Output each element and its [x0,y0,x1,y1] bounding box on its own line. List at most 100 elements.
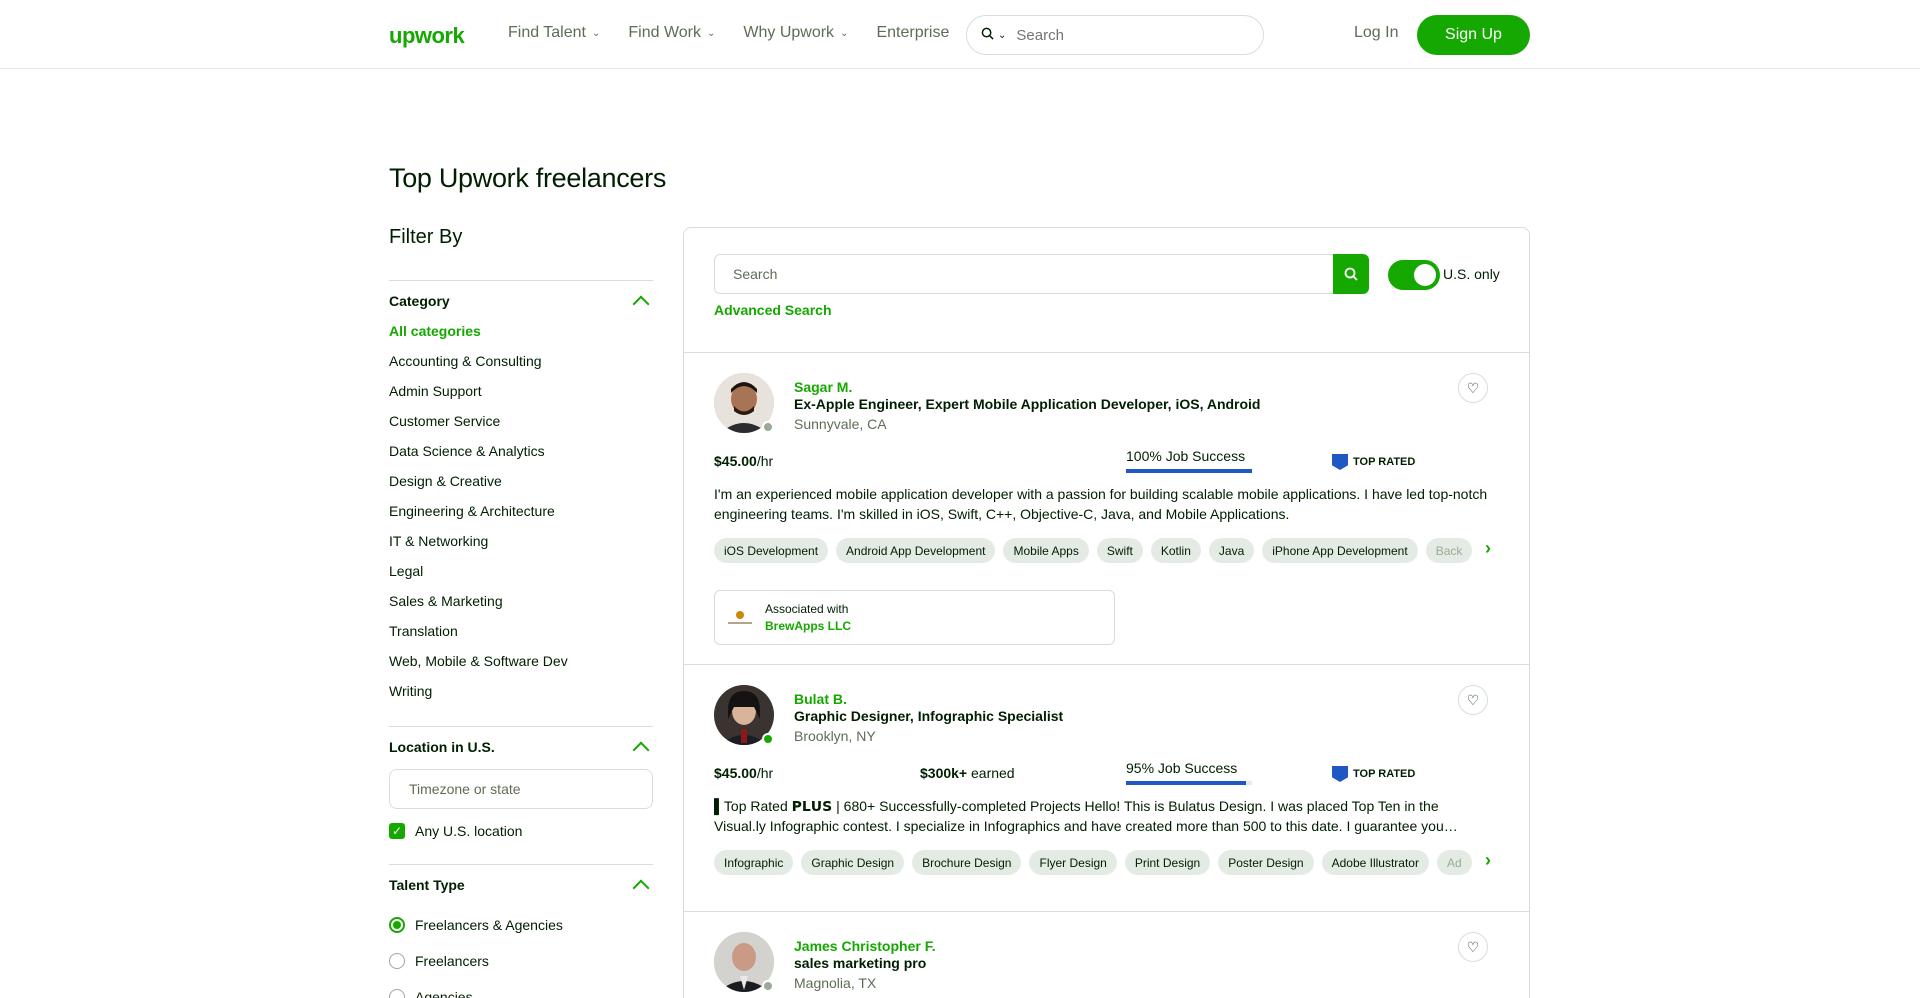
skill-chip[interactable]: Brochure Design [912,850,1022,875]
skill-chip[interactable]: Ad [1436,850,1472,875]
skill-chip[interactable]: Graphic Design [801,850,905,875]
nav-why-upwork-label: Why Upwork [743,24,835,41]
talent-type-option[interactable]: Agencies [389,979,653,998]
radio-icon[interactable] [389,953,405,969]
freelancer-description: ▌Top Rated 𝗣𝗟𝗨𝗦 | 680+ Successfully-comp… [714,798,1458,834]
skill-chip[interactable]: Back [1425,538,1473,563]
category-item[interactable]: IT & Networking [389,531,653,561]
category-item[interactable]: Web, Mobile & Software Dev [389,651,653,681]
freelancer-title: Graphic Designer, Infographic Specialist [794,708,1064,724]
skill-chip[interactable]: Java [1208,538,1255,563]
nav-find-work[interactable]: Find Work ⌄ [628,24,715,42]
job-success-label: 95% Job Success [1126,760,1238,776]
skill-chip[interactable]: Print Design [1124,850,1211,875]
talent-type-option[interactable]: Freelancers & Agencies [389,907,653,943]
chevron-down-icon: ⌄ [706,27,716,39]
job-success-label: 100% Job Success [1126,448,1246,464]
offline-status-icon [762,421,774,433]
main-nav: Find Talent ⌄ Find Work ⌄ Why Upwork ⌄ Ente… [508,24,977,42]
chevron-up-icon[interactable] [632,295,650,313]
category-filter-header[interactable]: Category [389,281,653,321]
location-input[interactable]: Timezone or state [389,769,653,809]
header-search-input[interactable] [1016,26,1217,44]
agency-name-link[interactable]: BrewApps LLC [765,619,851,633]
category-item[interactable]: Sales & Marketing [389,591,653,621]
top-rated-badge-label: TOP RATED [1353,456,1416,468]
any-location-checkbox-row[interactable]: ✓ Any U.S. location [389,823,653,839]
location-filter-header[interactable]: Location in U.S. [389,727,653,767]
top-rated-badge-icon [1332,766,1348,782]
agency-association[interactable]: Associated with BrewApps LLC [714,590,1115,645]
nav-enterprise-label: Enterprise [876,24,950,41]
heart-icon: ♡ [1466,691,1480,708]
hourly-rate: $45.00/hr [714,453,773,469]
skill-chip[interactable]: Flyer Design [1029,850,1117,875]
skill-chip[interactable]: Poster Design [1218,850,1314,875]
chevron-down-icon: ⌄ [840,27,849,39]
skill-chip[interactable]: iPhone App Development [1262,538,1418,563]
advanced-search-link[interactable]: Advanced Search [714,302,832,318]
nav-enterprise[interactable]: Enterprise [876,24,949,42]
us-only-toggle[interactable] [1388,260,1440,290]
category-item[interactable]: Writing [389,681,653,711]
job-success-bar [1126,781,1252,785]
talent-type-option-label: Freelancers & Agencies [415,917,563,933]
freelancer-title: sales marketing pro [794,955,927,971]
category-list: All categories Accounting & Consulting A… [389,321,653,711]
online-status-icon [762,733,774,745]
header-search[interactable]: ⌄ [966,15,1264,55]
category-item[interactable]: Admin Support [389,381,653,411]
search-icon [1344,267,1358,281]
chevron-right-icon[interactable]: › [1485,850,1491,871]
search-type-chevron-icon[interactable]: ⌄ [998,30,1006,41]
freelancer-card[interactable]: Sagar M. Ex-Apple Engineer, Expert Mobil… [684,353,1529,665]
checkbox-checked-icon[interactable]: ✓ [389,823,405,839]
save-favorite-button[interactable]: ♡ [1458,373,1488,403]
category-item[interactable]: Design & Creative [389,471,653,501]
freelancer-name[interactable]: Bulat B. [794,691,847,707]
category-item[interactable]: Customer Service [389,411,653,441]
freelancer-card[interactable]: Bulat B. Graphic Designer, Infographic S… [684,665,1529,912]
skill-chip[interactable]: Infographic [714,850,794,875]
signup-button[interactable]: Sign Up [1417,15,1530,55]
freelancer-location: Sunnyvale, CA [794,416,887,432]
associated-with-label: Associated with [765,602,849,616]
category-item[interactable]: Accounting & Consulting [389,351,653,381]
save-favorite-button[interactable]: ♡ [1458,932,1488,962]
category-filter-title: Category [389,293,450,309]
skill-chip[interactable]: Android App Development [836,538,996,563]
freelancer-name[interactable]: Sagar M. [794,379,852,395]
skill-chip[interactable]: Swift [1096,538,1143,563]
freelancer-card[interactable]: James Christopher F. sales marketing pro… [684,912,1529,998]
nav-why-upwork[interactable]: Why Upwork ⌄ [743,24,848,42]
login-link[interactable]: Log In [1354,24,1398,42]
top-header: upwork Find Talent ⌄ Find Work ⌄ Why Upwor… [0,0,1920,69]
nav-find-work-label: Find Work [628,24,701,41]
chevron-up-icon[interactable] [632,741,650,759]
skill-chip[interactable]: iOS Development [714,538,829,563]
chevron-up-icon[interactable] [632,879,650,897]
radio-icon[interactable] [389,989,405,998]
filter-by-heading: Filter By [389,226,463,248]
skill-chip[interactable]: Adobe Illustrator [1321,850,1429,875]
job-success: 95% Job Success [1126,760,1252,785]
save-favorite-button[interactable]: ♡ [1458,685,1488,715]
chevron-right-icon[interactable]: › [1485,538,1491,559]
talent-type-option[interactable]: Freelancers [389,943,653,979]
category-item[interactable]: All categories [389,321,653,351]
radio-selected-icon[interactable] [389,917,405,933]
talent-type-filter-header[interactable]: Talent Type [389,865,653,905]
category-item[interactable]: Legal [389,561,653,591]
top-rated-badge-label: TOP RATED [1353,768,1416,780]
freelancer-name[interactable]: James Christopher F. [794,938,936,954]
upwork-logo[interactable]: upwork [389,23,465,49]
skill-chip[interactable]: Kotlin [1150,538,1201,563]
freelancer-location: Magnolia, TX [794,975,877,991]
search-button[interactable] [1333,254,1369,294]
nav-find-talent[interactable]: Find Talent ⌄ [508,24,600,42]
freelancer-search-input[interactable]: Search [714,254,1333,294]
category-item[interactable]: Data Science & Analytics [389,441,653,471]
category-item[interactable]: Translation [389,621,653,651]
category-item[interactable]: Engineering & Architecture [389,501,653,531]
skill-chip[interactable]: Mobile Apps [1003,538,1089,563]
